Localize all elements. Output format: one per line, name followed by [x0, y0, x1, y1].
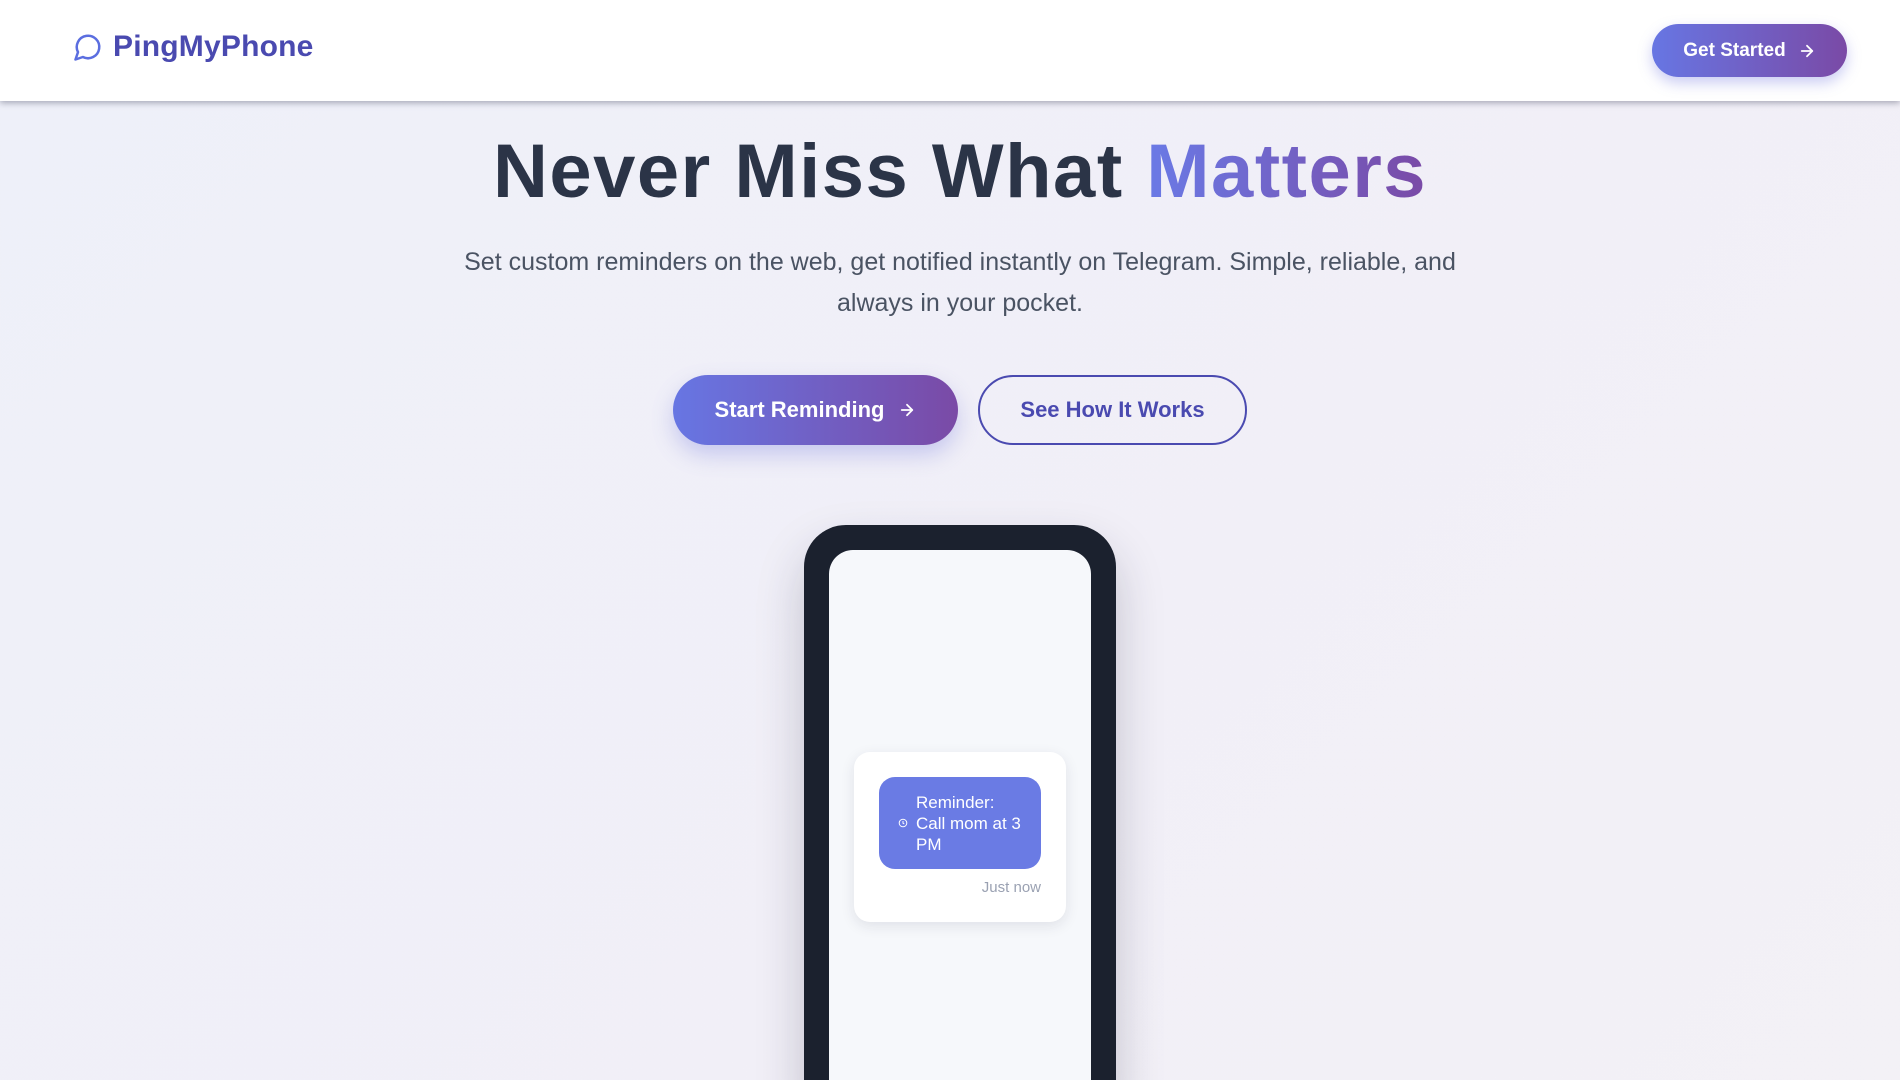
reminder-bubble: Reminder: Call mom at 3 PM [879, 777, 1041, 869]
phone-screen: Reminder: Call mom at 3 PM Just now [829, 550, 1091, 1080]
start-reminding-button[interactable]: Start Reminding [673, 375, 958, 445]
navbar: PingMyPhone Get Started [0, 0, 1900, 101]
clock-icon [898, 818, 908, 828]
chat-bubble-icon [74, 34, 101, 61]
arrow-right-icon [901, 403, 914, 417]
reminder-message: Reminder: Call mom at 3 PM [916, 792, 1021, 854]
see-how-it-works-button[interactable]: See How It Works [978, 375, 1247, 445]
start-reminding-label: Start Reminding [714, 397, 885, 422]
get-started-button[interactable]: Get Started [1652, 24, 1847, 77]
see-how-it-works-label: See How It Works [1020, 397, 1205, 422]
hero-title-accent: Matters [1146, 129, 1428, 214]
phone-mockup: Reminder: Call mom at 3 PM Just now [804, 525, 1116, 1080]
hero-title: Never Miss What Matters [0, 128, 1900, 215]
logo[interactable]: PingMyPhone [73, 30, 314, 64]
notification-card: Reminder: Call mom at 3 PM Just now [854, 752, 1066, 922]
hero-subtitle: Set custom reminders on the web, get not… [464, 248, 1456, 317]
hero-title-main: Never Miss What [492, 129, 1124, 214]
notification-timestamp: Just now [981, 879, 1041, 896]
get-started-label: Get Started [1683, 39, 1786, 61]
arrow-right-icon [1800, 44, 1813, 57]
logo-text: PingMyPhone [113, 30, 314, 63]
